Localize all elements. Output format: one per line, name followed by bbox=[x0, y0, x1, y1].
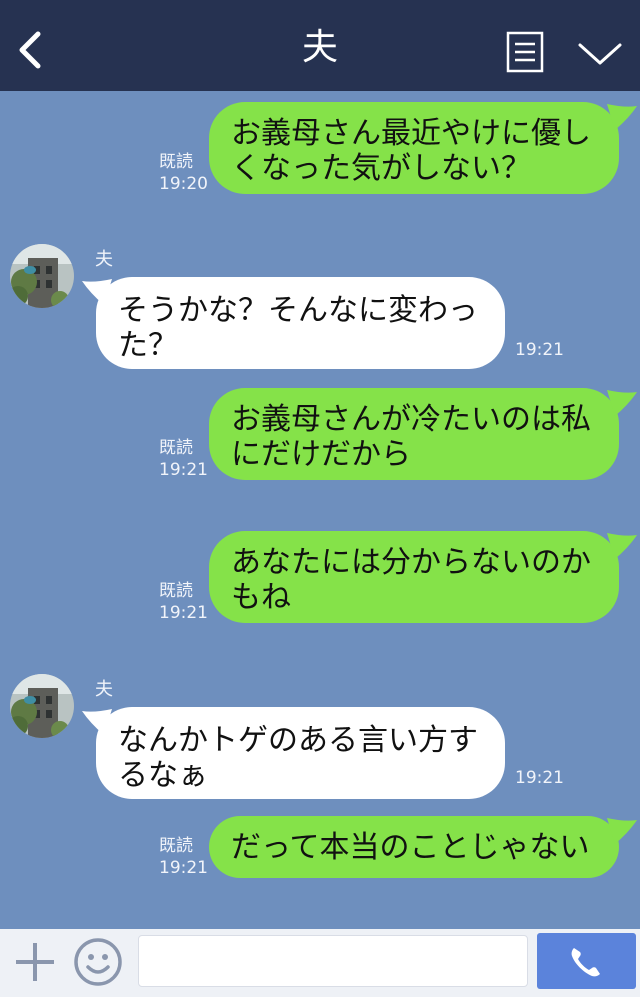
message-bubble-incoming: そうかな？そんなに変わっ た？ bbox=[96, 277, 505, 369]
bubble-tail bbox=[82, 709, 112, 735]
sender-name: 夫 bbox=[95, 679, 113, 700]
chat-title: 夫 bbox=[301, 27, 338, 68]
note-icon[interactable] bbox=[506, 31, 544, 73]
timestamp: 19:21 bbox=[159, 603, 208, 623]
avatar[interactable] bbox=[10, 674, 74, 738]
back-chevron-icon[interactable] bbox=[14, 30, 46, 70]
read-receipt: 既読 19:21 bbox=[159, 836, 208, 878]
message-bubble-outgoing: お義母さん最近やけに優し くなった気がしない？ bbox=[209, 102, 619, 194]
timestamp: 19:21 bbox=[159, 858, 208, 878]
message-bubble-outgoing: あなたには分からないのか もね bbox=[209, 531, 619, 623]
bubble-tail bbox=[607, 104, 637, 130]
read-receipt: 既読 19:21 bbox=[159, 581, 208, 623]
timestamp: 19:21 bbox=[515, 768, 564, 788]
timestamp: 19:21 bbox=[159, 460, 208, 480]
bubble-tail bbox=[607, 533, 637, 559]
read-receipt: 既読 19:20 bbox=[159, 152, 208, 194]
plus-icon[interactable] bbox=[14, 941, 56, 983]
timestamp: 19:21 bbox=[515, 340, 564, 360]
smile-icon[interactable] bbox=[73, 937, 123, 987]
message-bubble-outgoing: お義母さんが冷たいのは私 にだけだから bbox=[209, 388, 619, 480]
message-input[interactable] bbox=[138, 935, 528, 987]
sender-name: 夫 bbox=[95, 249, 113, 270]
avatar[interactable] bbox=[10, 244, 74, 308]
read-receipt: 既読 19:21 bbox=[159, 438, 208, 480]
chat-area bbox=[0, 91, 640, 929]
phone-icon[interactable] bbox=[568, 944, 604, 980]
message-bubble-outgoing: だって本当のことじゃない bbox=[209, 816, 619, 878]
timestamp: 19:20 bbox=[159, 174, 208, 194]
bubble-tail bbox=[607, 390, 637, 416]
bubble-tail bbox=[82, 279, 112, 305]
bubble-tail bbox=[607, 818, 637, 844]
message-bubble-incoming: なんかトゲのある言い方す るなぁ bbox=[96, 707, 505, 799]
chevron-down-icon[interactable] bbox=[577, 40, 623, 68]
